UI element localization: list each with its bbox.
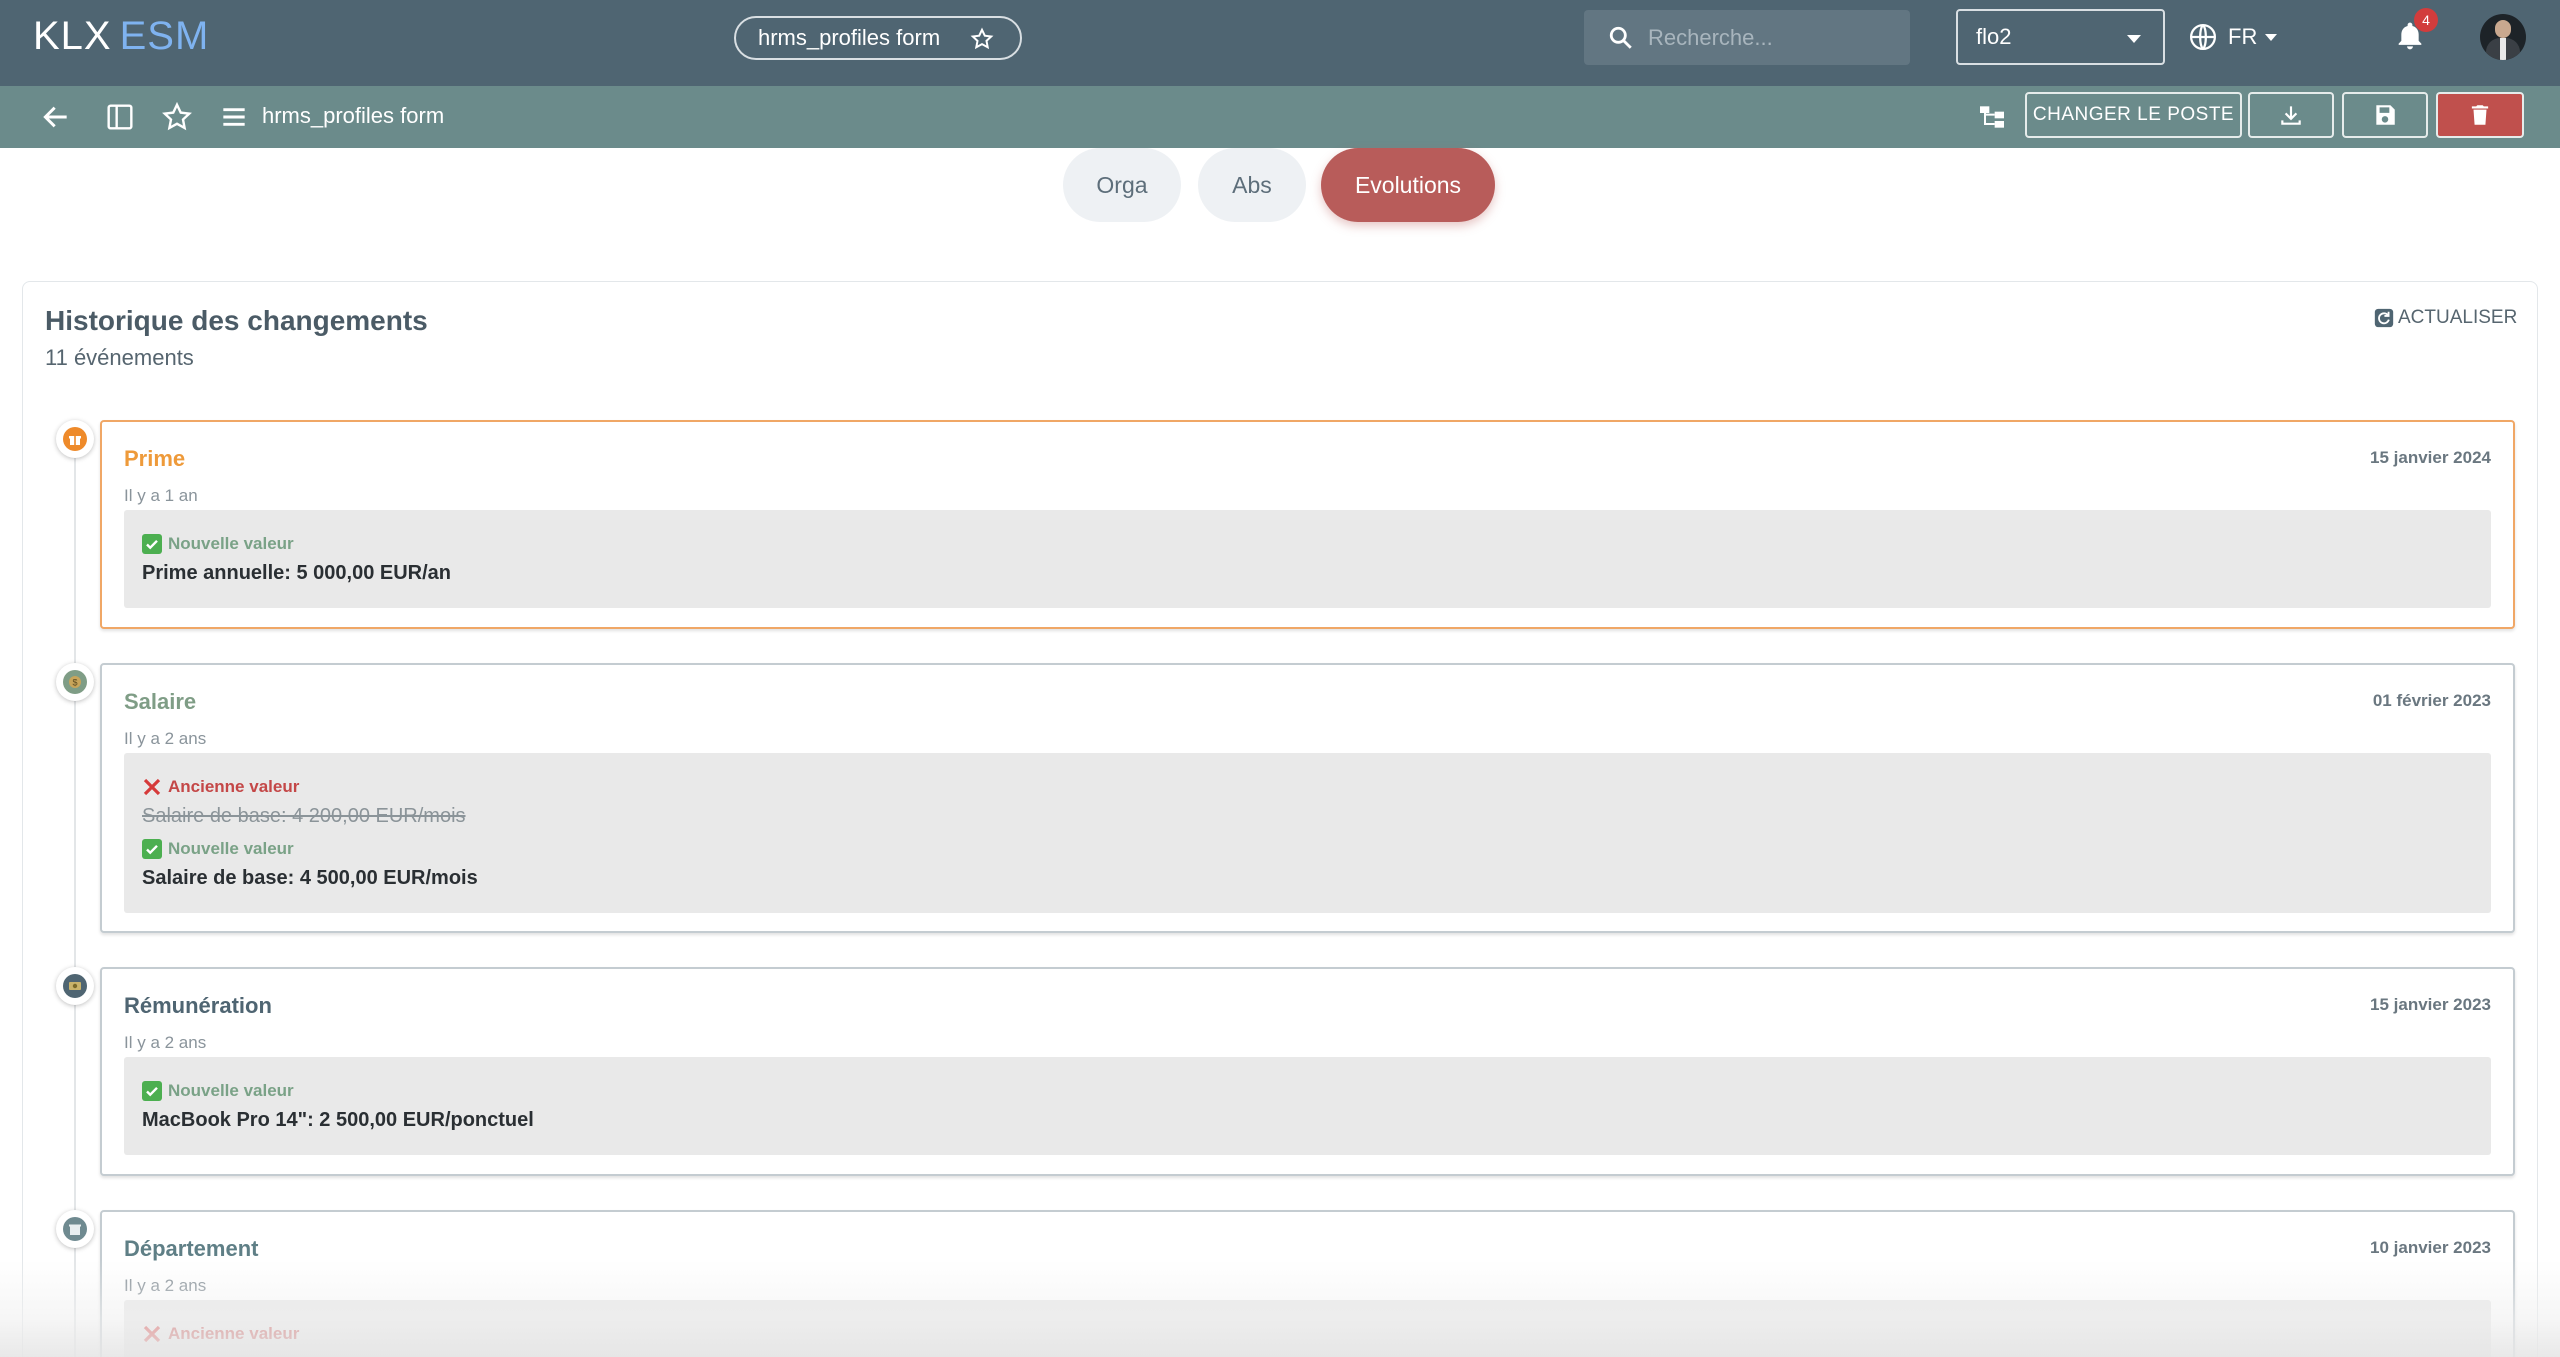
- language-selector[interactable]: FR: [2188, 20, 2278, 54]
- new-value: MacBook Pro 14": 2 500,00 EUR/ponctuel: [142, 1109, 534, 1131]
- tab-orga[interactable]: Orga: [1063, 148, 1181, 222]
- tab-evolutions[interactable]: Evolutions: [1321, 148, 1495, 222]
- money-icon: [63, 974, 87, 998]
- svg-text:$: $: [72, 678, 77, 688]
- new-value-label: Nouvelle valeur: [142, 534, 294, 554]
- history-event-count: 11 événements: [45, 345, 194, 370]
- event-date: 01 février 2023: [2372, 691, 2491, 710]
- check-icon: [142, 534, 162, 554]
- new-value-label: Nouvelle valeur: [142, 839, 294, 859]
- chevron-down-icon: [2127, 35, 2141, 43]
- tab-abs[interactable]: Abs: [1198, 148, 1306, 222]
- form-pill-label: hrms_profiles form: [758, 25, 941, 50]
- event-values: Nouvelle valeur MacBook Pro 14": 2 500,0…: [124, 1057, 2491, 1155]
- timeline-dot: [56, 420, 94, 458]
- timeline-dot: [56, 967, 94, 1005]
- building-icon: [63, 1217, 87, 1241]
- download-icon: [2281, 106, 2301, 125]
- menu-icon[interactable]: [218, 101, 250, 133]
- logo-primary: KLX: [33, 14, 112, 58]
- change-post-button[interactable]: CHANGER LE POSTE: [2025, 92, 2242, 138]
- refresh-label: ACTUALISER: [2398, 307, 2518, 328]
- event-date: 15 janvier 2024: [2370, 448, 2491, 467]
- user-select[interactable]: flo2: [1956, 9, 2165, 65]
- language-value: FR: [2228, 24, 2258, 49]
- logo-secondary: ESM: [119, 14, 210, 58]
- event-title: Rémunération: [124, 993, 272, 1018]
- search-box: [1584, 10, 1910, 65]
- gift-icon: [63, 427, 87, 451]
- search-icon: [1608, 25, 1634, 51]
- cross-icon: [143, 778, 161, 796]
- form-pill[interactable]: hrms_profiles form: [734, 16, 1022, 60]
- event-values: Ancienne valeur Salaire de base: 4 200,0…: [124, 753, 2491, 913]
- event-card: Salaire 01 février 2023 Il y a 2 ans Anc…: [100, 663, 2515, 933]
- event-date: 15 janvier 2023: [2370, 995, 2491, 1014]
- cross-icon: [143, 1325, 161, 1343]
- toolbar-title: hrms_profiles form: [262, 103, 445, 128]
- event-title: Département: [124, 1236, 259, 1261]
- delete-button[interactable]: [2436, 92, 2524, 138]
- back-arrow-icon[interactable]: [40, 101, 72, 133]
- avatar[interactable]: [2480, 14, 2526, 60]
- app-logo[interactable]: KLX ESM: [33, 14, 209, 59]
- history-title: Historique des changements: [45, 305, 428, 336]
- check-icon: [142, 1081, 162, 1101]
- old-value-label: Ancienne valeur: [142, 777, 299, 797]
- search-input[interactable]: [1648, 24, 1888, 51]
- chevron-down-icon: [2265, 33, 2278, 41]
- refresh-icon: [2374, 308, 2394, 328]
- old-value: Salaire de base: 4 200,00 EUR/mois: [142, 805, 466, 827]
- new-value: Prime annuelle: 5 000,00 EUR/an: [142, 562, 452, 584]
- event-relative-time: Il y a 2 ans: [124, 1276, 207, 1295]
- coin-icon: $: [63, 670, 87, 694]
- user-select-value: flo2: [1976, 24, 2012, 49]
- event-title: Prime: [124, 446, 186, 471]
- star-icon[interactable]: [970, 27, 994, 51]
- check-icon: [142, 839, 162, 859]
- event-values: Ancienne valeur: [124, 1300, 2491, 1357]
- notification-badge: 4: [2414, 8, 2438, 32]
- timeline-dot: [56, 1210, 94, 1248]
- download-button[interactable]: [2248, 92, 2334, 138]
- trash-icon: [2471, 105, 2489, 125]
- old-value-label: Ancienne valeur: [142, 1324, 299, 1344]
- sidebar-toggle-icon[interactable]: [104, 101, 136, 133]
- save-icon: [2376, 105, 2395, 125]
- new-value-label: Nouvelle valeur: [142, 1081, 294, 1101]
- timeline-dot: $: [56, 663, 94, 701]
- top-bar: KLXESM hrms_profiles form flo2 FR 4: [0, 0, 2560, 86]
- new-value: Salaire de base: 4 500,00 EUR/mois: [142, 867, 478, 889]
- star-icon[interactable]: [161, 101, 193, 133]
- event-card: Rémunération 15 janvier 2023 Il y a 2 an…: [100, 967, 2515, 1176]
- event-card: Département 10 janvier 2023 Il y a 2 ans…: [100, 1210, 2515, 1357]
- event-relative-time: Il y a 2 ans: [124, 1033, 207, 1052]
- globe-icon: [2190, 24, 2216, 50]
- refresh-button[interactable]: ACTUALISER: [2374, 307, 2517, 329]
- save-button[interactable]: [2342, 92, 2428, 138]
- form-toolbar: hrms_profiles form CHANGER LE POSTE: [0, 86, 2560, 148]
- org-chart-icon[interactable]: [1976, 101, 2008, 133]
- event-relative-time: Il y a 1 an: [124, 486, 198, 505]
- event-date: 10 janvier 2023: [2370, 1238, 2491, 1257]
- event-relative-time: Il y a 2 ans: [124, 729, 207, 748]
- event-card: Prime 15 janvier 2024 Il y a 1 an Nouvel…: [100, 420, 2515, 629]
- event-values: Nouvelle valeur Prime annuelle: 5 000,00…: [124, 510, 2491, 608]
- event-title: Salaire: [124, 689, 197, 714]
